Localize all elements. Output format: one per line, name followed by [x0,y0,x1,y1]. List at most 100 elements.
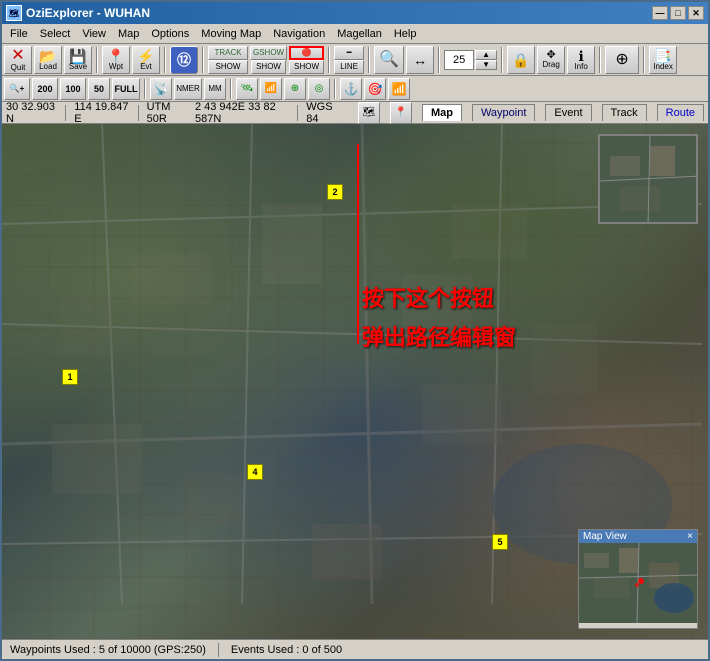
zoom-down-button[interactable]: ▼ [475,60,497,70]
close-button[interactable]: ✕ [688,6,704,20]
load-icon: 📂 [39,49,56,63]
quit-label: Quit [11,64,26,72]
zoom-50-button[interactable]: 50 [88,78,110,100]
gps-sat-icon: 📡 [154,82,169,96]
number-badge-button[interactable]: ⑫ [170,46,198,74]
annotation-line [357,144,359,344]
wifi-button[interactable]: 📶 [388,78,410,100]
separator-7 [501,47,503,73]
window-title: OziExplorer - WUHAN [26,6,150,20]
line-button[interactable]: ━ [334,46,364,60]
waypoint-tab-icon[interactable]: 📍 [390,102,412,124]
lock-button[interactable]: 🔒 [507,46,535,74]
drag-label: Drag [542,61,559,69]
gshow-show-button[interactable]: SHOW [251,60,286,74]
separator-2 [164,47,166,73]
coord-bar: 30 32.903 N 114 19.847 E UTM 50R 2 43 94… [2,102,708,124]
lock-icon: 🔒 [512,53,529,67]
coord-utm-coords: 2 43 942E 33 82 587N [195,101,289,125]
menu-help[interactable]: Help [388,26,423,42]
coord-sep-1 [65,105,66,121]
track-show-button[interactable]: SHOW [208,60,248,74]
title-bar: 🗺 OziExplorer - WUHAN — □ ✕ [2,2,708,24]
search-button[interactable]: 🔍 [374,46,404,74]
menu-view[interactable]: View [76,26,112,42]
mapview-close-button[interactable]: × [687,531,693,542]
zoom-200-button[interactable]: 🔍+ [4,78,30,100]
evt-icon: ⚡ [137,49,154,63]
wpt-label: Wpt [109,63,123,71]
load-button[interactable]: 📂 Load [34,46,62,74]
separator-t2-2 [230,79,232,99]
quit-button[interactable]: ✕ Quit [4,46,32,74]
zoom-200-label-btn[interactable]: 200 [32,78,58,100]
tab-event[interactable]: Event [545,104,591,121]
target-button[interactable]: 🎯 [364,78,386,100]
zoom-input[interactable] [444,50,474,70]
nmer-label: NMER [176,84,200,93]
title-controls: — □ ✕ [652,6,704,20]
gps3-button[interactable]: ⊕ [284,78,306,100]
index-icon: 📑 [654,49,671,63]
annotation-line2: 弹出路径编辑窗 [362,323,516,354]
maximize-button[interactable]: □ [670,6,686,20]
zoom-full-text: FULL [115,84,138,94]
menu-magellan[interactable]: Magellan [331,26,388,42]
save-button[interactable]: 💾 Save [64,46,92,74]
wifi-icon: 📶 [392,82,407,96]
anchor-button[interactable]: ⚓ [340,78,362,100]
annotation-line1: 按下这个按钮 [362,284,516,315]
route-show-button[interactable]: 🔴 [289,46,324,60]
gps-sat-button[interactable]: 📡 [150,78,172,100]
quit-icon: ✕ [11,48,24,64]
waypoint-1: 1 [62,369,78,385]
separator-t2-1 [144,79,146,99]
waypoint-4: 4 [247,464,263,480]
tab-waypoint[interactable]: Waypoint [472,104,535,121]
minimize-button[interactable]: — [652,6,668,20]
waypoint-5-label: 5 [497,537,502,547]
menu-moving-map[interactable]: Moving Map [195,26,267,42]
info-button[interactable]: ℹ Info [567,46,595,74]
zoom-full-button[interactable]: FULL [112,78,140,100]
menu-options[interactable]: Options [145,26,195,42]
move-button[interactable]: ↔ [406,46,434,74]
gps2-icon: 📶 [265,83,277,94]
drag-button[interactable]: ✥ Drag [537,46,565,74]
index-button[interactable]: 📑 Index [649,46,677,74]
separator-8 [599,47,601,73]
line-show-button[interactable]: LINE [334,60,364,74]
map-tab-icon[interactable]: 🗺 [358,102,380,124]
separator-6 [438,47,440,73]
nav-arrows-button[interactable]: ⊕ [605,46,639,74]
gps4-button[interactable]: ◎ [308,78,330,100]
gps1-icon: 🛰 [241,83,254,94]
mapview-title-text: Map View [583,531,627,542]
nmer-button[interactable]: NMER [174,78,202,100]
mm-button[interactable]: MM [204,78,226,100]
minimap [598,134,698,224]
gps2-button[interactable]: 📶 [260,78,282,100]
status-divider [218,643,219,657]
status-events: Events Used : 0 of 500 [231,644,342,656]
tab-map[interactable]: Map [422,104,462,121]
menu-file[interactable]: File [4,26,34,42]
gps1-button[interactable]: 🛰 [236,78,258,100]
gshow-button[interactable]: GSHOW [250,46,287,60]
menu-navigation[interactable]: Navigation [267,26,331,42]
zoom-up-button[interactable]: ▲ [475,50,497,60]
tab-route[interactable]: Route [657,104,704,121]
menu-map[interactable]: Map [112,26,145,42]
route-show2-button[interactable]: SHOW [289,60,324,74]
wpt-button[interactable]: 📍 Wpt [102,46,130,74]
menu-select[interactable]: Select [34,26,77,42]
map-area[interactable]: 按下这个按钮 弹出路径编辑窗 1 2 4 5 [2,124,708,639]
track-button[interactable]: TRACK [208,46,248,60]
evt-button[interactable]: ⚡ Evt [132,46,160,74]
zoom-spinners: ▲ ▼ [475,50,497,70]
waypoint-1-label: 1 [67,372,72,382]
zoom-100-button[interactable]: 100 [60,78,86,100]
tab-track[interactable]: Track [602,104,647,121]
nav-arrows-icon: ⊕ [615,52,628,68]
gps3-icon: ⊕ [291,83,299,94]
